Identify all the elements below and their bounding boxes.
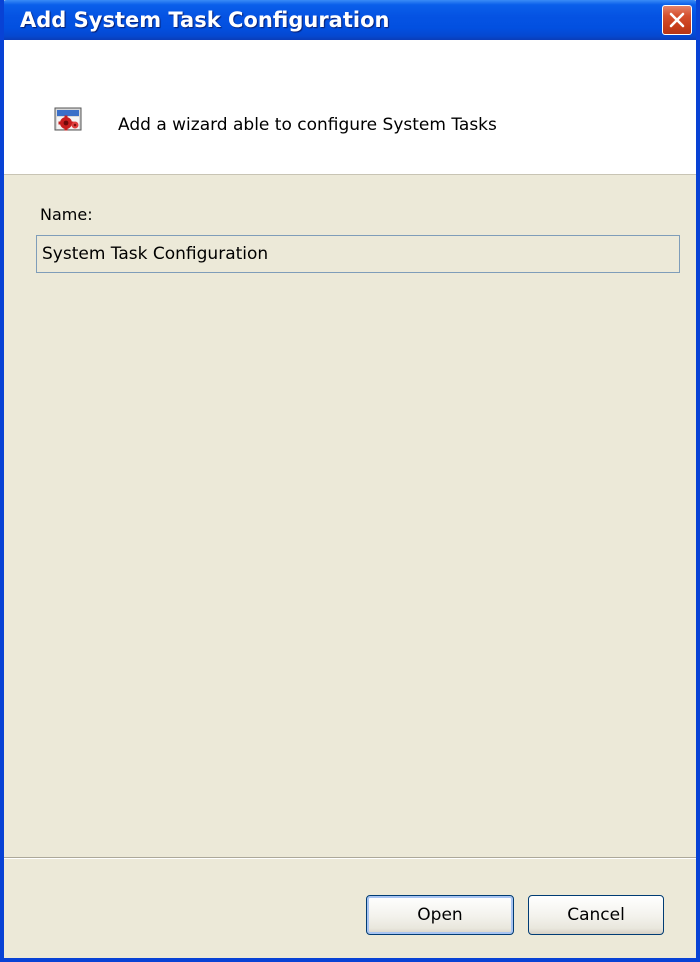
- header-description: Add a wizard able to configure System Ta…: [118, 115, 497, 135]
- name-input[interactable]: [36, 235, 680, 273]
- open-button[interactable]: Open: [366, 895, 514, 935]
- close-icon: [669, 12, 685, 28]
- footer-divider: [4, 857, 696, 859]
- header-panel: Add a wizard able to configure System Ta…: [4, 40, 696, 175]
- dialog-window: Add System Task Configuration Add a wiza…: [0, 0, 700, 962]
- system-task-wizard-icon: [54, 107, 82, 131]
- name-label: Name:: [40, 205, 93, 224]
- cancel-button[interactable]: Cancel: [528, 895, 664, 935]
- close-button[interactable]: [662, 5, 692, 35]
- title-bar[interactable]: Add System Task Configuration: [4, 0, 696, 40]
- window-title: Add System Task Configuration: [20, 8, 390, 32]
